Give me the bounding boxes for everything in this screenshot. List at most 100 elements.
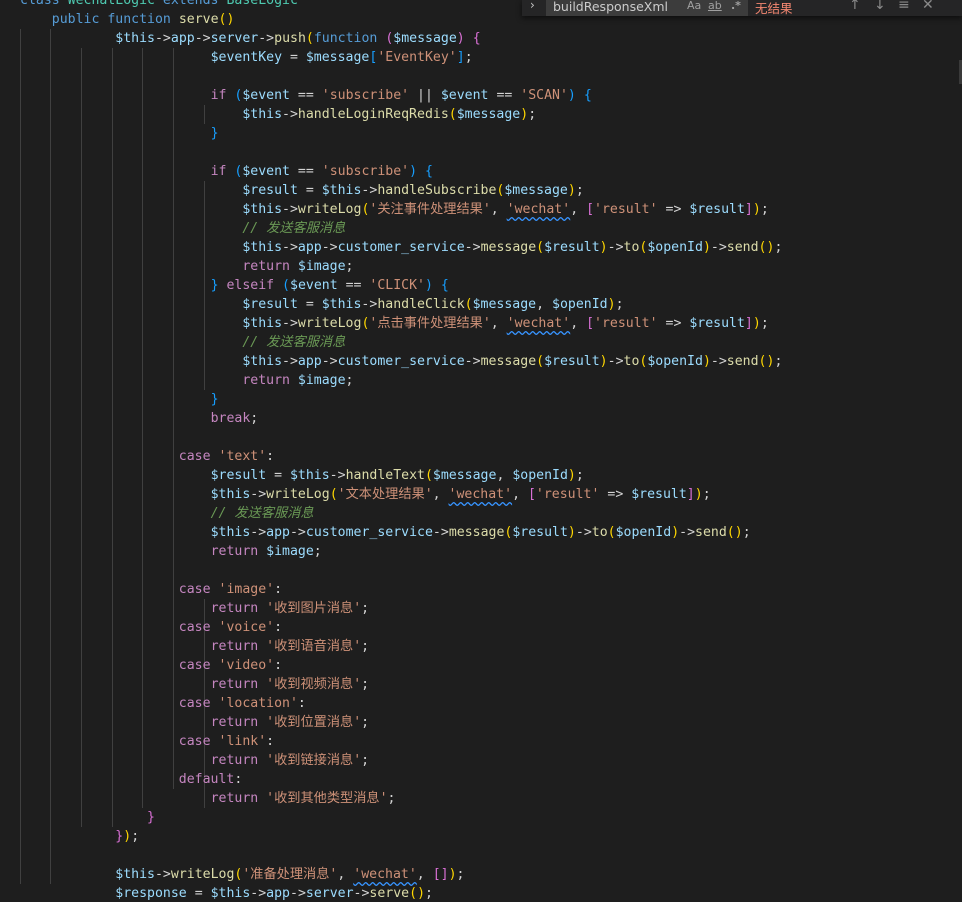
arrow-down-icon[interactable]: ↓	[874, 0, 886, 13]
code-token: 'CLICK'	[369, 278, 425, 293]
code-token: ,	[570, 202, 587, 217]
code-token: $result	[689, 316, 745, 331]
code-line: case 'video':	[20, 656, 282, 675]
code-token: :	[274, 620, 283, 635]
chevron-right-icon[interactable]: ›	[530, 0, 535, 12]
code-token: )	[752, 202, 761, 217]
code-token: $message	[504, 183, 568, 198]
code-token: $this	[321, 183, 362, 198]
code-token: ;	[456, 867, 465, 882]
code-token: )	[424, 278, 433, 293]
find-in-selection-icon[interactable]: ≡	[898, 0, 910, 13]
code-token: class	[20, 0, 68, 8]
code-comment: // 发送客服消息	[242, 221, 346, 236]
arrow-up-icon[interactable]: ↑	[849, 0, 861, 13]
code-token: handleSubscribe	[377, 183, 497, 198]
code-token: ->	[250, 487, 267, 502]
code-line: class WechatLogic extends BaseLogic	[20, 0, 298, 10]
code-token: ,	[432, 487, 449, 502]
code-token: handleLoginReqRedis	[297, 107, 449, 122]
code-line: public function serve()	[20, 10, 235, 29]
code-line: return $image;	[20, 371, 353, 390]
code-line: // 发送客服消息	[20, 333, 345, 352]
code-line: $response = $this->app->server->serve();	[20, 884, 433, 902]
find-query: buildResponseXml	[553, 0, 668, 14]
code-token: ;	[250, 411, 259, 426]
code-token: $openId	[512, 468, 568, 483]
code-token: $this	[242, 240, 283, 255]
code-token: $message	[456, 107, 521, 122]
code-token: =	[186, 886, 211, 901]
code-token: (	[424, 468, 433, 483]
code-line: case 'link':	[20, 732, 274, 751]
code-token: )	[702, 240, 711, 255]
match-case-toggle[interactable]: Aa	[687, 0, 701, 12]
code-token: ;	[575, 468, 584, 483]
code-token: customer_service	[337, 354, 465, 369]
code-token: ;	[774, 354, 783, 369]
code-token: if	[210, 88, 235, 103]
code-token: 'image'	[218, 582, 275, 597]
code-line: return '收到视频消息';	[20, 675, 370, 694]
code-token: ,	[570, 316, 587, 331]
code-token: ->	[321, 240, 338, 255]
code-line: $result = $this->handleText($message, $o…	[20, 466, 584, 485]
code-token: $this	[242, 316, 283, 331]
code-token: to	[591, 525, 608, 540]
code-comment: // 发送客服消息	[210, 506, 314, 521]
code-token: ]	[744, 316, 753, 331]
code-token: ,	[496, 468, 513, 483]
whole-word-toggle[interactable]: ab	[708, 0, 722, 12]
code-token: $result	[512, 525, 568, 540]
code-token: ==	[488, 88, 521, 103]
code-token: send	[695, 525, 727, 540]
code-token: )	[409, 164, 418, 179]
code-token: ;	[615, 297, 624, 312]
code-token: $openId	[647, 240, 703, 255]
code-token: $result	[242, 297, 298, 312]
code-token: ;	[361, 677, 370, 692]
close-icon[interactable]: ✕	[922, 0, 934, 13]
code-token: ->	[290, 886, 306, 901]
code-token: 'wechat'	[353, 867, 417, 882]
code-editor[interactable]: class WechatLogic extends BaseLogic publ…	[0, 0, 962, 902]
code-token: )	[567, 468, 576, 483]
code-token: server	[305, 886, 354, 901]
regex-toggle[interactable]: .*	[731, 0, 741, 12]
code-token: $this	[289, 468, 330, 483]
code-token: ==	[289, 88, 322, 103]
code-token: send	[726, 354, 759, 369]
code-token: case	[178, 582, 219, 597]
code-token: $event	[242, 164, 290, 179]
code-line: $this->writeLog('点击事件处理结果', 'wechat', ['…	[20, 314, 768, 333]
code-token: elseif	[226, 278, 283, 293]
code-token: :	[234, 772, 243, 787]
code-token: ->	[353, 886, 370, 901]
code-line: $result = $this->handleSubscribe($messag…	[20, 181, 583, 200]
code-token: $message	[305, 50, 370, 65]
code-token: ->	[464, 354, 481, 369]
code-token: $openId	[647, 354, 703, 369]
find-widget: › buildResponseXml Aa ab .* 无结果 ↑ ↓ ≡ ✕	[522, 0, 962, 16]
code-token: )	[599, 240, 608, 255]
code-token: =	[266, 468, 290, 483]
code-token: ;	[387, 791, 396, 806]
code-token: :	[297, 696, 306, 711]
code-token: '收到链接消息'	[266, 753, 362, 768]
